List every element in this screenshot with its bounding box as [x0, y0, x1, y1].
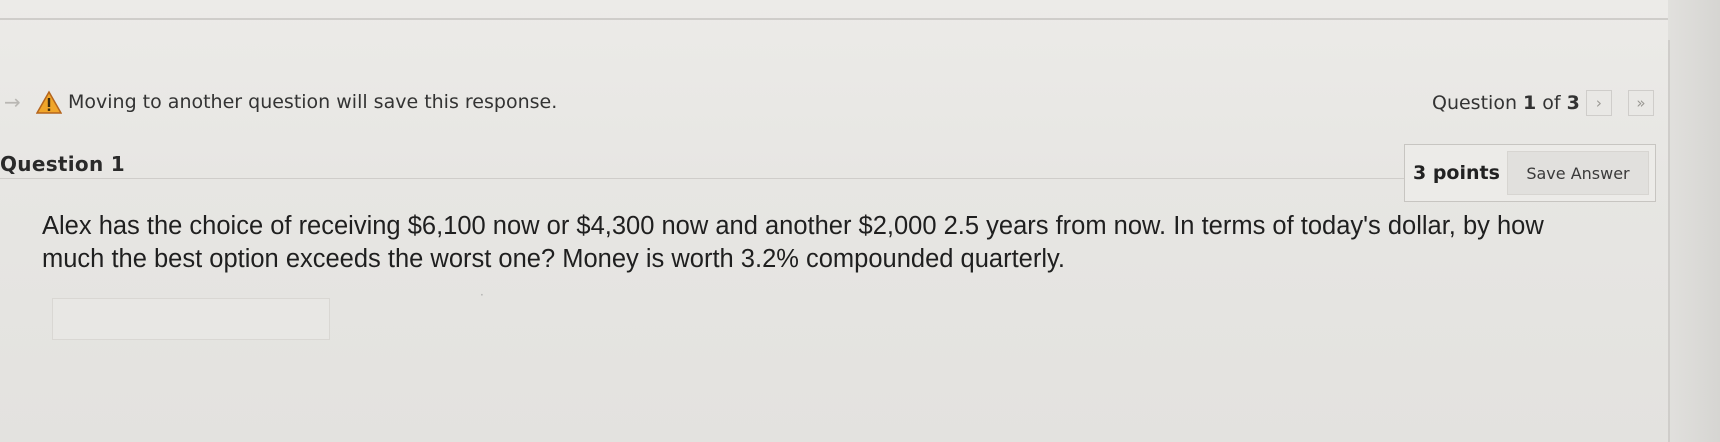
- save-notice: Moving to another question will save thi…: [36, 90, 557, 114]
- top-border: [0, 18, 1682, 20]
- question-navigation: Question 1 of 3 › »: [1432, 90, 1654, 116]
- save-notice-text: Moving to another question will save thi…: [68, 91, 558, 113]
- question-title-divider: [0, 178, 1404, 179]
- total-question-count: 3: [1566, 92, 1580, 114]
- chevron-right-icon: ›: [1595, 94, 1602, 112]
- question-text: Alex has the choice of receiving $6,100 …: [42, 212, 1544, 273]
- current-question-number: 1: [1523, 92, 1537, 114]
- save-answer-button[interactable]: Save Answer: [1507, 151, 1649, 195]
- arrow-right-icon: →: [4, 90, 21, 114]
- question-counter: Question 1 of 3: [1432, 92, 1580, 114]
- right-edge: [1668, 0, 1720, 442]
- question-title: Question 1: [0, 152, 125, 176]
- answer-input[interactable]: [52, 298, 330, 340]
- next-question-button[interactable]: ›: [1585, 90, 1612, 116]
- double-chevron-right-icon: »: [1636, 94, 1646, 112]
- warning-icon: [36, 90, 62, 114]
- cursor-mark: ·: [480, 288, 484, 302]
- points-label: 3 points: [1413, 162, 1500, 184]
- question-points-box: 3 points Save Answer: [1404, 144, 1656, 202]
- right-edge-border: [1668, 40, 1670, 442]
- last-question-button[interactable]: »: [1627, 90, 1654, 116]
